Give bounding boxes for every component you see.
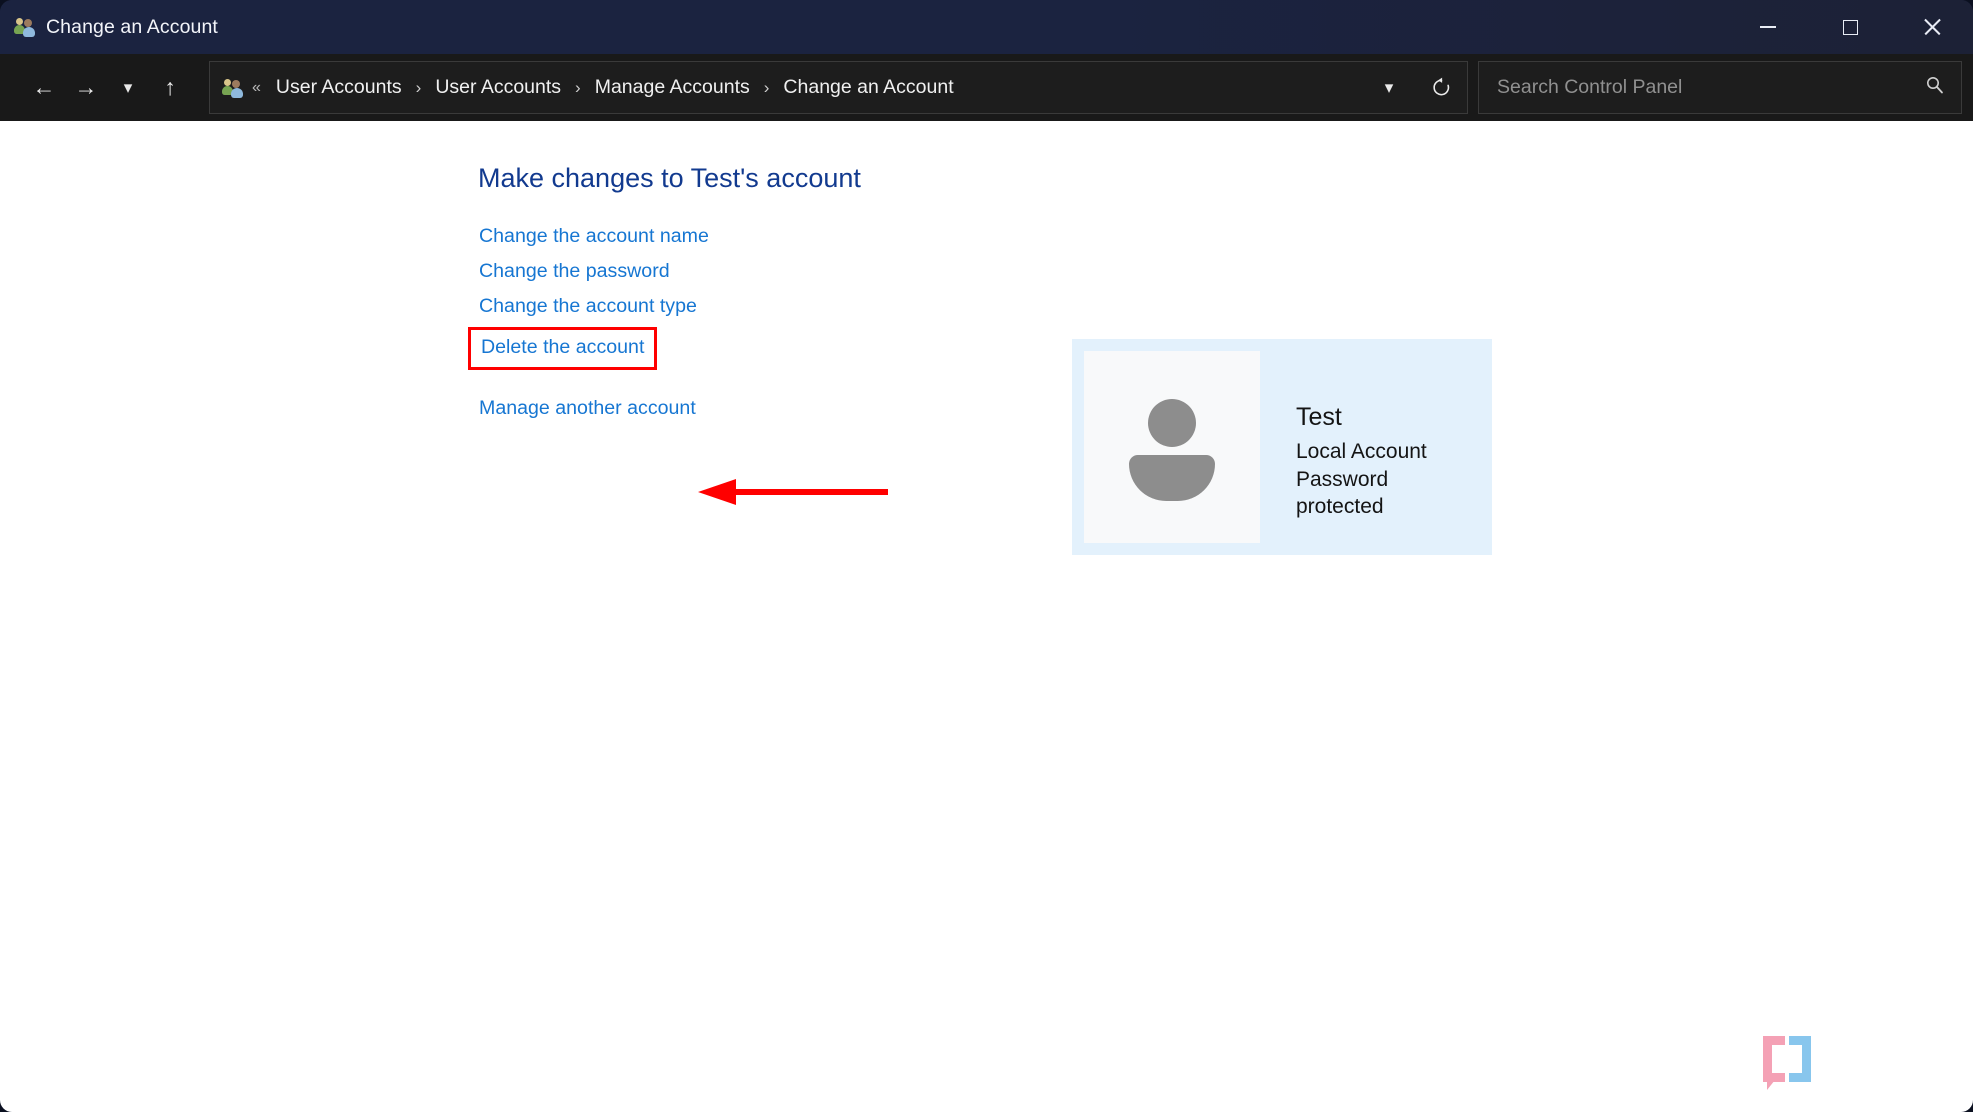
title-bar: Change an Account: [0, 0, 1973, 54]
breadcrumb-item-1[interactable]: User Accounts: [432, 72, 564, 103]
account-name: Test: [1296, 403, 1342, 431]
account-password-status: Password protected: [1296, 467, 1389, 519]
link-manage-another-account[interactable]: Manage another account: [478, 391, 697, 426]
breadcrumb-overflow-icon[interactable]: «: [252, 79, 261, 97]
chevron-down-icon: ▾: [123, 78, 133, 97]
avatar: [1084, 351, 1260, 543]
account-type: Local Account: [1296, 440, 1427, 463]
account-summary-card: Test Local Account Password protected: [1072, 339, 1492, 555]
minimize-button[interactable]: [1727, 0, 1809, 54]
back-button[interactable]: ←: [23, 67, 65, 109]
search-box[interactable]: [1478, 61, 1962, 114]
navigation-bar: ← → ▾ ↑ « User Accounts › User Accounts …: [0, 54, 1973, 121]
breadcrumb-item-0[interactable]: User Accounts: [273, 72, 405, 103]
up-button[interactable]: ↑: [149, 67, 191, 109]
back-arrow-icon: ←: [32, 74, 56, 100]
minimize-icon: [1760, 26, 1776, 28]
maximize-button[interactable]: [1809, 0, 1891, 54]
avatar-body: [1129, 455, 1215, 501]
watermark-bracket-right: [1789, 1036, 1811, 1082]
forward-arrow-icon: →: [74, 74, 98, 100]
watermark-xda-text: [1821, 1036, 1943, 1082]
maximize-icon: [1842, 19, 1858, 35]
search-input[interactable]: [1497, 76, 1925, 99]
recent-locations-button[interactable]: ▾: [107, 67, 149, 109]
breadcrumb-separator-icon: ›: [575, 77, 581, 97]
breadcrumb-item-2[interactable]: Manage Accounts: [592, 72, 753, 103]
link-spacer: [478, 373, 710, 391]
user-accounts-icon: [222, 77, 244, 99]
chevron-down-icon: ▾: [1384, 77, 1394, 97]
xda-watermark: [1763, 1036, 1943, 1090]
breadcrumb-separator-icon: ›: [763, 77, 770, 97]
annotation-arrow: [698, 479, 888, 505]
search-icon[interactable]: [1925, 75, 1945, 100]
refresh-icon: [1432, 77, 1449, 96]
forward-button[interactable]: →: [65, 67, 107, 109]
refresh-button[interactable]: [1415, 62, 1467, 113]
address-dropdown-button[interactable]: ▾: [1363, 62, 1415, 113]
breadcrumb-separator-icon: ›: [415, 77, 422, 97]
window-controls: [1727, 0, 1973, 54]
breadcrumb[interactable]: « User Accounts › User Accounts › Manage…: [209, 61, 1468, 114]
control-panel-window: Change an Account ← → ▾ ↑ « User Account…: [0, 0, 1973, 1112]
link-change-password[interactable]: Change the password: [478, 254, 671, 289]
watermark-bracket-left: [1763, 1036, 1785, 1090]
close-icon: [1923, 18, 1941, 36]
link-change-account-name[interactable]: Change the account name: [478, 219, 710, 254]
link-change-account-type[interactable]: Change the account type: [478, 289, 698, 324]
close-button[interactable]: [1891, 0, 1973, 54]
up-arrow-icon: ↑: [164, 74, 176, 100]
account-details: Test Local Account Password protected: [1260, 351, 1480, 521]
page-title: Make changes to Test's account: [478, 163, 861, 193]
breadcrumb-item-3[interactable]: Change an Account: [780, 72, 956, 103]
content-area: Make changes to Test's account Change th…: [0, 121, 1973, 1112]
avatar-head: [1148, 399, 1196, 447]
user-accounts-icon: [14, 16, 36, 38]
window-title: Change an Account: [46, 15, 218, 38]
user-avatar-icon: [1123, 399, 1221, 501]
task-link-list: Change the account name Change the passw…: [468, 219, 710, 426]
link-delete-the-account[interactable]: Delete the account: [468, 327, 658, 370]
